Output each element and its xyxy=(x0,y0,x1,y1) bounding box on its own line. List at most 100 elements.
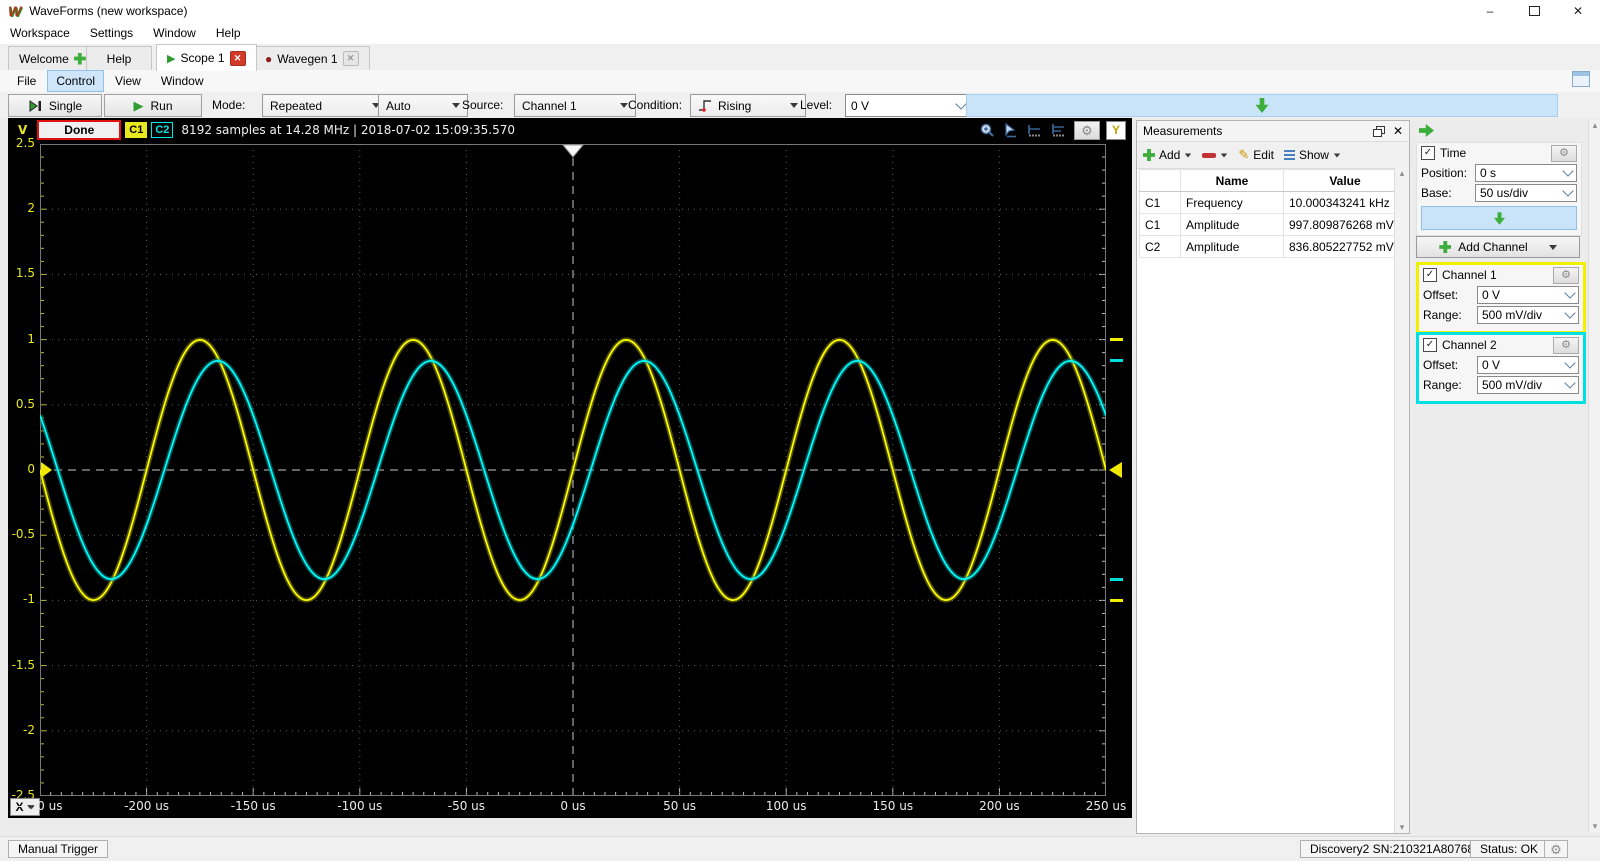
pencil-icon: ✎ xyxy=(1238,147,1250,162)
zoom-icon[interactable] xyxy=(978,122,996,138)
waveforms-app: { "window": { "title": "WaveForms (new w… xyxy=(0,0,1600,861)
measurements-header-row: Name Value xyxy=(1139,169,1407,192)
menu-window[interactable]: Window xyxy=(143,22,206,44)
scroll-up-icon[interactable]: ▴ xyxy=(1593,120,1598,131)
channel1-badge[interactable]: C1 xyxy=(125,122,148,138)
waveform-plot[interactable] xyxy=(40,144,1106,796)
caret-down-icon xyxy=(790,103,798,108)
plus-icon xyxy=(1439,241,1452,253)
scroll-up-icon[interactable]: ▴ xyxy=(1400,168,1405,179)
tab-welcome[interactable]: Welcome xyxy=(8,46,97,70)
scope-menu-window[interactable]: Window xyxy=(152,71,213,91)
channel1-offset-combo[interactable]: 0 V xyxy=(1477,286,1579,304)
scope-menu-file[interactable]: File xyxy=(8,71,45,91)
maximize-button[interactable] xyxy=(1512,0,1556,22)
restore-icon xyxy=(1528,6,1540,16)
y-axis-menu-button[interactable]: Y xyxy=(1106,120,1126,140)
time-settings-button[interactable]: ⚙ xyxy=(1551,144,1577,162)
mode-dropdown[interactable]: Repeated xyxy=(262,94,388,117)
channel2-group: Channel 2 ⚙ Offset: 0 V Range: 500 mV/di… xyxy=(1416,332,1586,404)
channel1-checkbox[interactable] xyxy=(1423,268,1437,282)
trigger-mode-dropdown[interactable]: Auto xyxy=(378,94,468,117)
acquisition-info: 8192 samples at 14.28 MHz | 2018-07-02 1… xyxy=(181,123,516,137)
channel-offset-marker[interactable] xyxy=(41,462,52,478)
x-tick-label: 50 us xyxy=(663,799,697,813)
measurement-row[interactable]: C1 Amplitude 997.809876268 mV xyxy=(1139,213,1407,236)
menu-help[interactable]: Help xyxy=(206,22,251,44)
menu-workspace[interactable]: Workspace xyxy=(0,22,80,44)
scope-display[interactable]: V Done C1 C2 8192 samples at 14.28 MHz |… xyxy=(8,118,1132,818)
channel1-group: Channel 1 ⚙ Offset: 0 V Range: 500 mV/di… xyxy=(1416,262,1586,334)
close-tab-icon[interactable]: ✕ xyxy=(229,50,246,66)
device-settings-button[interactable]: ⚙ xyxy=(1544,840,1568,858)
single-button[interactable]: Single xyxy=(8,94,102,117)
channel2-badge[interactable]: C2 xyxy=(151,122,174,138)
show-measurement-button[interactable]: Show xyxy=(1283,148,1341,162)
x-cursors-icon[interactable] xyxy=(1026,122,1044,138)
channel1-range-combo[interactable]: 500 mV/div xyxy=(1477,306,1579,324)
trigger-level-handle[interactable] xyxy=(1109,462,1122,478)
scope-menu-control[interactable]: Control xyxy=(47,70,105,92)
measurement-cell: C1 xyxy=(1139,191,1181,214)
run-button[interactable]: ▶ Run xyxy=(104,94,202,117)
close-tab-icon[interactable]: ✕ xyxy=(342,51,359,66)
add-measurement-button[interactable]: Add xyxy=(1143,148,1192,162)
plot-settings-button[interactable]: ⚙ xyxy=(1074,120,1100,140)
channel2-settings-button[interactable]: ⚙ xyxy=(1553,336,1579,354)
device-status[interactable]: Discovery2 SN:210321A80768 xyxy=(1300,840,1485,858)
close-panel-icon[interactable]: ✕ xyxy=(1393,124,1403,138)
menu-settings[interactable]: Settings xyxy=(80,22,143,44)
scroll-down-icon[interactable]: ▾ xyxy=(1593,821,1598,832)
cursor-icon[interactable] xyxy=(1002,122,1020,138)
gear-icon: ⚙ xyxy=(1561,338,1571,351)
channel2-checkbox[interactable] xyxy=(1423,338,1437,352)
measurements-title: Measurements xyxy=(1143,124,1223,138)
tab-wavegen[interactable]: ● Wavegen 1 ✕ xyxy=(254,46,370,70)
condition-dropdown[interactable]: Rising xyxy=(690,94,806,117)
panel-scrollbar[interactable]: ▴ ▾ xyxy=(1588,120,1600,832)
y-tick-label: 0 xyxy=(27,462,35,476)
minimize-button[interactable]: – xyxy=(1468,0,1512,22)
y-axis-labels: 2.5 2 1.5 1 0.5 0 -0.5 -1 -1.5 -2 -2.5 xyxy=(8,118,38,818)
remove-measurement-button[interactable] xyxy=(1202,152,1228,158)
chevron-down-icon xyxy=(955,97,967,110)
scope-menu-bar: File Control View Window xyxy=(0,70,1600,92)
restore-layout-icon[interactable] xyxy=(1572,71,1590,87)
scope-menu-view[interactable]: View xyxy=(106,71,150,91)
measurement-row[interactable]: C2 Amplitude 836.805227752 mV xyxy=(1139,235,1407,258)
time-position-combo[interactable]: 0 s xyxy=(1475,164,1577,182)
tab-bar: Welcome Help ▶ Scope 1 ✕ ● Wavegen 1 ✕ xyxy=(0,44,1600,71)
y-tick-label: 2.5 xyxy=(15,136,35,150)
tab-help[interactable]: Help xyxy=(86,46,152,70)
manual-trigger-button[interactable]: Manual Trigger xyxy=(8,840,109,858)
channel2-range-combo[interactable]: 500 mV/div xyxy=(1477,376,1579,394)
channel1-label: Channel 1 xyxy=(1442,268,1497,282)
add-channel-button[interactable]: Add Channel xyxy=(1416,236,1580,258)
time-base-combo[interactable]: 50 us/div xyxy=(1475,184,1577,202)
time-checkbox[interactable] xyxy=(1421,146,1435,160)
collapse-panel-button[interactable] xyxy=(1414,122,1438,139)
level-combo[interactable]: 0 V xyxy=(845,94,971,117)
window-title: WaveForms (new workspace) xyxy=(29,4,188,18)
status-ok[interactable]: Status: OK xyxy=(1470,840,1549,858)
y-cursors-icon[interactable] xyxy=(1050,122,1068,138)
source-dropdown[interactable]: Channel 1 xyxy=(514,94,636,117)
channel2-offset-combo[interactable]: 0 V xyxy=(1477,356,1579,374)
edit-measurement-button[interactable]: ✎ Edit xyxy=(1238,147,1274,163)
tab-scope[interactable]: ▶ Scope 1 ✕ xyxy=(156,44,257,71)
trigger-position-marker[interactable] xyxy=(561,144,585,158)
scroll-down-icon[interactable]: ▾ xyxy=(1400,822,1405,833)
tab-wavegen-label: Wavegen 1 xyxy=(277,51,338,66)
measurements-scrollbar[interactable]: ▴ ▾ xyxy=(1394,168,1409,833)
y-tick-label: 2 xyxy=(27,201,35,216)
green-down-arrow-icon xyxy=(1255,98,1269,113)
y-tick-label: 1.5 xyxy=(15,266,35,281)
measurement-row[interactable]: C1 Frequency 10.000343241 kHz xyxy=(1139,191,1407,214)
float-panel-icon[interactable] xyxy=(1372,125,1385,137)
close-button[interactable]: ✕ xyxy=(1556,0,1600,22)
channel1-settings-button[interactable]: ⚙ xyxy=(1553,266,1579,284)
measurement-cell: 10.000343241 kHz xyxy=(1283,191,1407,214)
rising-edge-icon xyxy=(699,100,711,112)
time-group: Time ⚙ Position: 0 s Base: 50 us/div xyxy=(1416,142,1582,236)
chevron-down-icon xyxy=(1564,377,1576,389)
